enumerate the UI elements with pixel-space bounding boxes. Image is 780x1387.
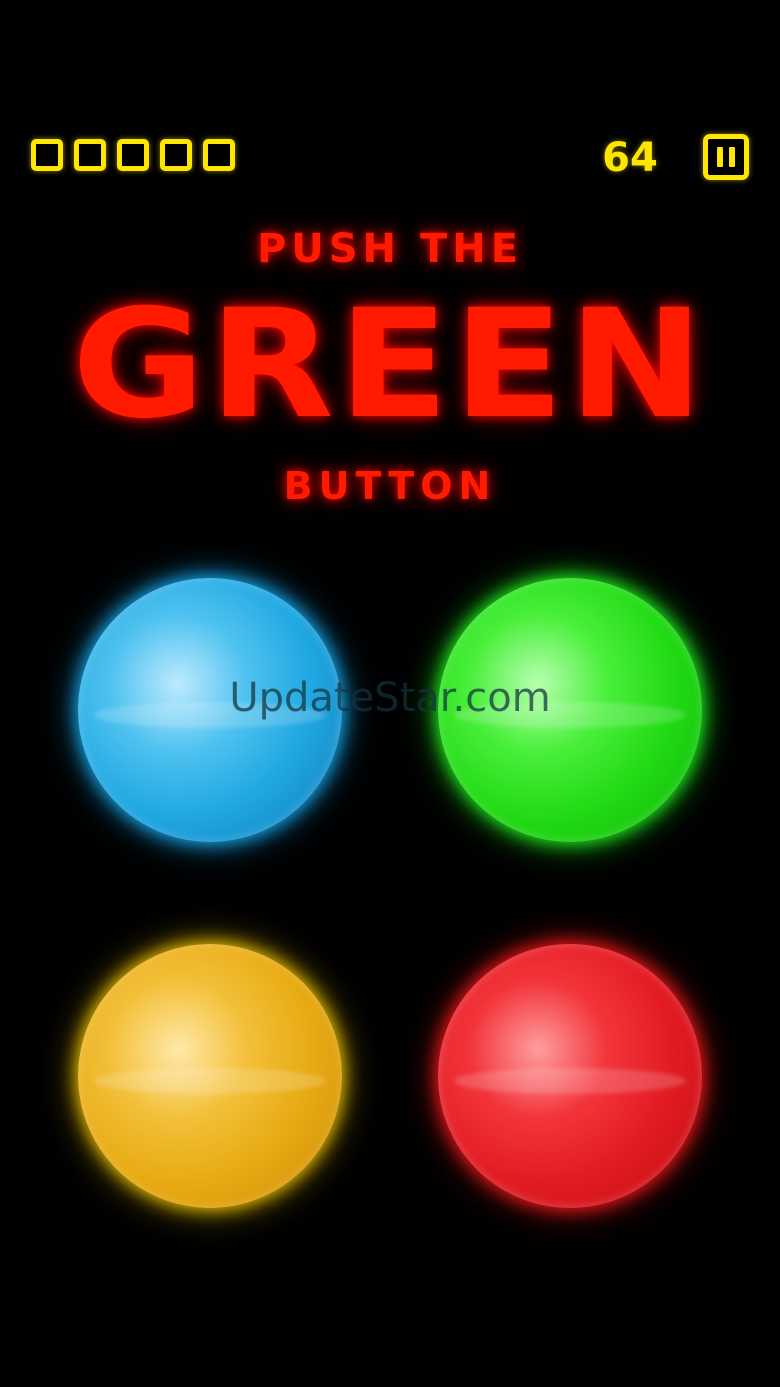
life-slot <box>117 139 149 171</box>
pause-icon <box>729 147 735 167</box>
life-slot <box>74 139 106 171</box>
green-button[interactable] <box>438 578 702 842</box>
instruction-target-color: GREEN <box>71 278 709 452</box>
blue-button[interactable] <box>78 578 342 842</box>
pause-button[interactable] <box>703 134 749 180</box>
score-counter: 64 <box>602 135 658 181</box>
pause-icon <box>717 147 723 167</box>
instruction-line-bottom: BUTTON <box>283 464 497 508</box>
red-button[interactable] <box>438 944 702 1208</box>
life-slot <box>203 139 235 171</box>
life-slot <box>31 139 63 171</box>
lives-indicator <box>31 139 235 171</box>
instruction-line-top: PUSH THE <box>256 226 524 272</box>
life-slot <box>160 139 192 171</box>
yellow-button[interactable] <box>78 944 342 1208</box>
